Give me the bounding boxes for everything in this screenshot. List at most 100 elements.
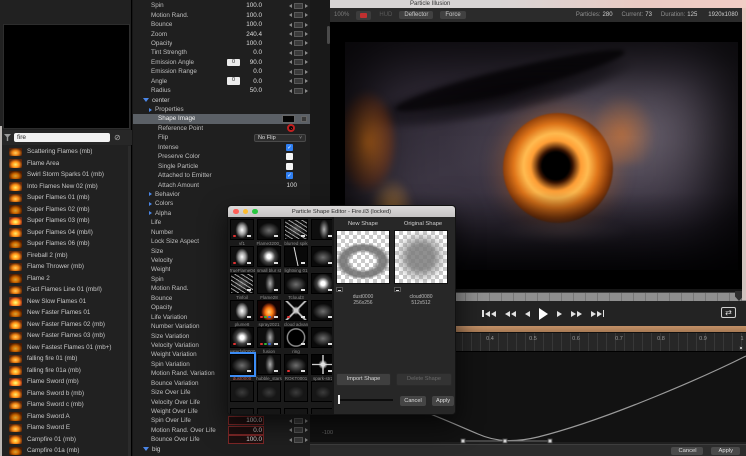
stepper-slider-box[interactable] [294,21,303,28]
emitter-list-item[interactable]: Super Flames 01 (mb) [0,192,129,204]
shape-tile[interactable]: blurred spik [284,219,308,246]
value-stepper[interactable] [289,59,308,66]
property-value[interactable]: 100.0 [226,12,262,19]
shape-tile[interactable]: lightning 01 [284,246,308,273]
stepper-right-arrow-icon[interactable] [305,79,308,84]
group-bullet-icon[interactable] [149,211,152,216]
go-to-end-button[interactable] [590,310,604,317]
shape-tile[interactable]: cloud advan [284,300,308,327]
group-bullet-icon[interactable] [149,201,152,206]
property-row[interactable]: Shape Image ˅ [133,114,310,124]
stepper-right-arrow-icon[interactable] [305,69,308,74]
property-value[interactable]: 0.0 [228,425,264,435]
stepper-left-arrow-icon[interactable] [289,13,292,18]
stepper-left-arrow-icon[interactable] [289,428,292,433]
property-row[interactable]: Spin 100.0 100.0˅ [133,1,310,10]
emitter-list-item[interactable]: Campfire 01a (mb) [0,445,129,456]
play-button[interactable] [538,307,548,320]
clear-search-icon[interactable]: ⊘ [114,133,121,142]
window-titlebar[interactable]: Particle Illusion [330,0,746,8]
emitter-list-item[interactable]: New Fastest Flames 01 (mb+) [0,342,129,354]
property-value[interactable]: 100.0 [226,40,262,47]
emitter-list-item[interactable]: Super Flames 02 (mb) [0,204,129,216]
emitter-list-item[interactable]: Super Flames 06 (mb) [0,238,129,250]
shape-tile[interactable]: TrueFlame04 [230,246,255,273]
property-row[interactable]: Spin Over Life 100.0 100.0˅ [133,416,310,426]
value-stepper[interactable] [289,427,308,434]
stepper-slider-box[interactable] [294,2,303,9]
stepper-left-arrow-icon[interactable] [289,418,292,423]
property-value[interactable]: 0.0 [226,78,262,85]
stepper-slider-box[interactable] [294,417,303,424]
deflector-button[interactable]: Deflector [399,11,434,19]
property-row[interactable]: Single Particle ˅ [133,161,310,170]
shape-tile[interactable]: hubble_stars [256,354,282,381]
stepper-right-arrow-icon[interactable] [305,437,308,442]
stepper-slider-box[interactable] [294,31,303,38]
keyframe-marker[interactable] [739,346,743,350]
emitter-list-item[interactable]: New Slow Flames 01 [0,296,129,308]
reference-point-icon[interactable] [287,124,295,133]
value-stepper[interactable] [289,49,308,56]
emitter-list-item[interactable]: New Faster Flames 02 (mb) [0,319,129,331]
expand-triangle-icon[interactable] [143,98,149,103]
property-row[interactable]: Radius 50.0 50.0˅ [133,86,310,95]
property-value[interactable]: 240.4 [226,31,262,38]
emitter-list-item[interactable]: Flame Thrower (mb) [0,261,129,273]
emitter-list-item[interactable]: Swirl Storm Sparks 01 (mb) [0,169,129,181]
emitter-list-item[interactable]: Flame Sword A [0,411,129,423]
emitter-list-item[interactable]: Scattering Flames (mb) [0,146,129,158]
flip-dropdown[interactable]: No Flip ˅ [254,133,306,143]
stepper-left-arrow-icon[interactable] [289,88,292,93]
property-row[interactable]: center ˅ [133,95,310,104]
property-row[interactable]: Preserve Color ˅ [133,152,310,161]
value-stepper[interactable] [289,417,308,424]
shape-tile[interactable]: plume8 [230,300,254,327]
property-row[interactable]: Bounce Over Life 100.0 100.0˅ [133,435,310,445]
stepper-right-arrow-icon[interactable] [305,13,308,18]
property-row[interactable]: Reference Point ˅ [133,124,310,133]
value-stepper[interactable] [289,68,308,75]
emitter-list-item[interactable]: Flame 2 [0,273,129,285]
apply-button[interactable]: Apply [711,446,740,455]
property-row[interactable]: Opacity 100.0 100.0˅ [133,39,310,48]
property-checkbox[interactable] [286,143,293,151]
stepper-slider-box[interactable] [294,68,303,75]
shape-tile[interactable]: spray2021 [257,300,281,327]
dialog-titlebar[interactable]: Particle Shape Editor - Fire.il3 (locked… [228,206,455,217]
emitter-list-item[interactable]: Fireball 2 (mb) [0,250,129,262]
shape-tile[interactable]: Flame3200_ [256,219,282,246]
fast-forward-button[interactable] [570,310,582,317]
stepper-left-arrow-icon[interactable] [289,32,292,37]
stepper-left-arrow-icon[interactable] [289,50,292,55]
original-shape-thumbnail[interactable] [394,230,448,284]
loop-toggle-button[interactable]: ⇄ [721,307,736,318]
property-row[interactable]: Bounce 100.0 100.0˅ [133,20,310,29]
value-stepper[interactable] [289,40,308,47]
emitter-list-item[interactable]: Flame Sword (mb) [0,376,129,388]
property-checkbox[interactable] [286,172,293,180]
import-shape-button[interactable]: Import Shape [336,373,391,386]
value-stepper[interactable] [289,31,308,38]
emitter-list-item[interactable]: Fast Flames Line 01 (mb/l) [0,284,129,296]
value-stepper[interactable] [289,436,308,443]
search-input[interactable] [14,133,110,142]
stepper-slider-box[interactable] [294,436,303,443]
shape-tile[interactable]: waterfall0000 [230,327,255,354]
dialog-zoom-slider[interactable] [339,399,393,401]
property-row[interactable]: Motion Rand. 100.0 100.0˅ [133,10,310,19]
new-shape-thumbnail[interactable] [336,230,390,284]
property-value[interactable]: 100.0 [228,416,264,426]
property-value[interactable]: 100 [273,182,297,189]
property-checkbox[interactable] [286,153,293,161]
emitter-list-item[interactable]: Super Flames 04 (mb/l) [0,227,129,239]
emitter-list-item[interactable]: Flame Sword E [0,422,129,434]
delete-shape-button[interactable]: Delete Shape [396,373,452,386]
property-value[interactable]: 50.0 [226,87,262,94]
stepper-right-arrow-icon[interactable] [305,50,308,55]
property-value[interactable]: 0.0 [226,68,262,75]
property-row[interactable]: Emission Range 0.0 0.0˅ [133,67,310,76]
emitter-list-item[interactable]: New Faster Flames 03 (mb) [0,330,129,342]
dialog-cancel-button[interactable]: Cancel [400,396,426,406]
property-value[interactable]: 100.0 [226,2,262,9]
